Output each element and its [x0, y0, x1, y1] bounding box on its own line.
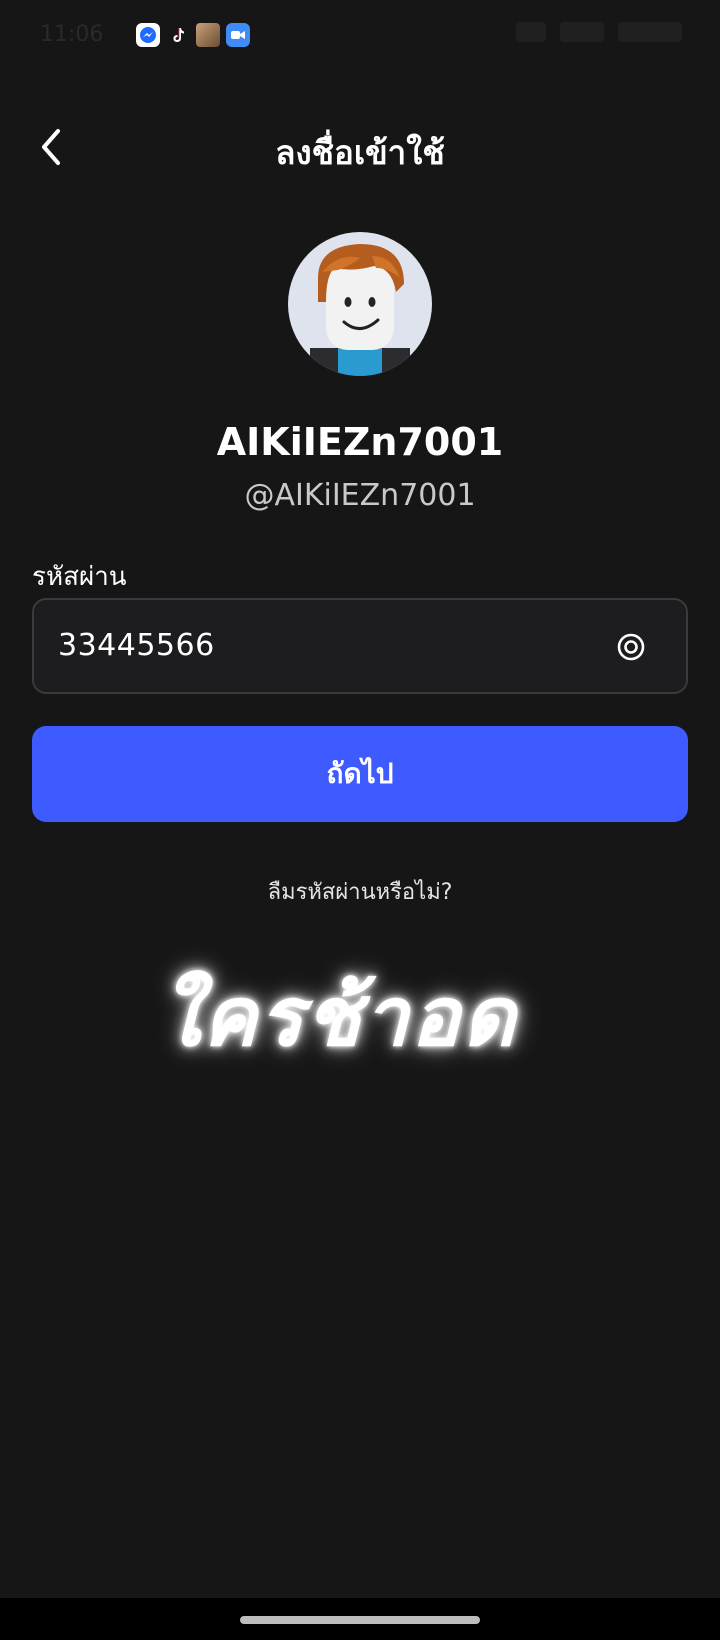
wifi-icon — [516, 22, 546, 42]
tiktok-icon — [166, 23, 190, 47]
password-label: รหัสผ่าน — [32, 562, 127, 592]
next-button[interactable]: ถัดไป — [32, 726, 688, 822]
overlay-text: ใครช้าอด — [160, 969, 518, 1065]
photo-icon — [196, 23, 220, 47]
status-time: 11:06 — [40, 22, 104, 47]
battery-icon — [618, 22, 682, 42]
status-bar: 11:06 — [0, 0, 720, 72]
forgot-password-link[interactable]: ลืมรหัสผ่านหรือไม่? — [0, 874, 720, 909]
home-indicator[interactable] — [240, 1616, 480, 1624]
messenger-icon — [136, 23, 160, 47]
login-screen: 11:06 ลงชื่อเข้าใช้ AIKiIEZn7001 @AIKiIE… — [0, 0, 720, 1640]
username: @AIKiIEZn7001 — [244, 478, 476, 513]
notification-icons — [136, 23, 250, 47]
display-name: AIKiIEZn7001 — [216, 420, 504, 464]
eye-icon[interactable] — [616, 632, 646, 662]
page-title: ลงชื่อเข้าใช้ — [275, 133, 445, 172]
avatar — [288, 232, 432, 376]
password-field[interactable]: 33445566 — [32, 598, 688, 694]
status-indicators — [516, 22, 682, 42]
password-value[interactable]: 33445566 — [58, 628, 215, 663]
meet-icon — [226, 23, 250, 47]
signal-icon — [560, 22, 604, 42]
